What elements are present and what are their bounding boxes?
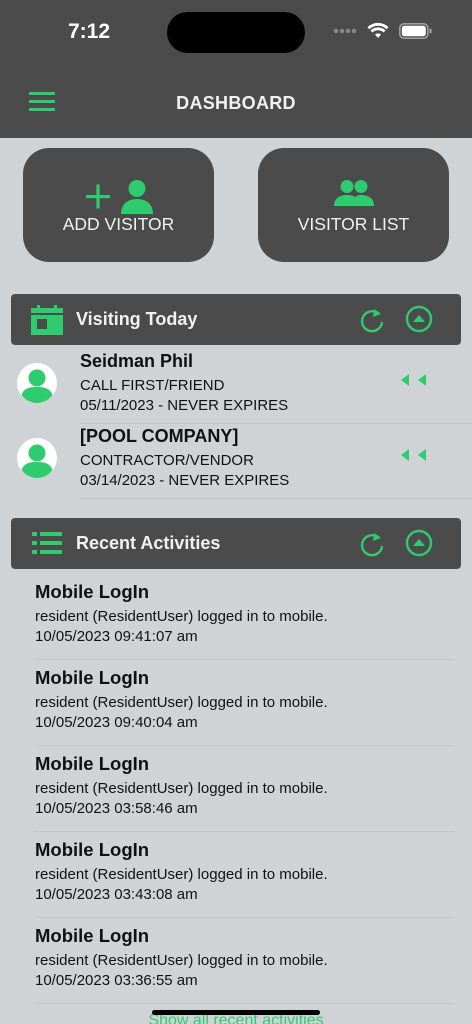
activity-item: Mobile LogIn resident (ResidentUser) log… — [35, 753, 455, 839]
page-title: DASHBOARD — [176, 93, 296, 113]
activity-title: Mobile LogIn — [35, 839, 150, 860]
visitor-date: 03/14/2023 - NEVER EXPIRES — [80, 472, 290, 489]
activity-time: 10/05/2023 09:40:04 am — [35, 714, 198, 731]
add-user-icon — [86, 180, 153, 214]
visitor-list-button[interactable]: VISITOR LIST — [258, 148, 449, 262]
visitor-date: 05/11/2023 - NEVER EXPIRES — [80, 397, 289, 414]
row-divider — [80, 498, 472, 499]
activity-item: Mobile LogIn resident (ResidentUser) log… — [35, 581, 455, 667]
recent-activities-title: Recent Activities — [76, 533, 221, 553]
expand-left-icon[interactable] — [401, 448, 427, 462]
avatar-icon — [17, 363, 57, 403]
wifi-icon — [367, 22, 389, 38]
avatar-icon — [17, 438, 57, 478]
activity-description: resident (ResidentUser) logged in to mob… — [35, 952, 328, 969]
users-icon — [334, 180, 374, 206]
visitor-row[interactable]: Seidman Phil CALL FIRST/FRIEND 05/11/202… — [0, 349, 472, 424]
activity-item: Mobile LogIn resident (ResidentUser) log… — [35, 839, 455, 925]
visitor-list-label: VISITOR LIST — [297, 214, 410, 234]
add-visitor-label: ADD VISITOR — [62, 214, 175, 234]
collapse-up-icon[interactable] — [404, 304, 434, 334]
visiting-today-title: Visiting Today — [76, 309, 198, 329]
visiting-today-header: Visiting Today — [11, 294, 461, 345]
activity-time: 10/05/2023 09:41:07 am — [35, 628, 198, 645]
row-divider — [35, 745, 455, 746]
visitor-name: [POOL COMPANY] — [80, 426, 239, 446]
home-indicator[interactable] — [152, 1010, 320, 1015]
row-divider — [35, 1003, 455, 1004]
visitor-name: Seidman Phil — [80, 351, 194, 371]
row-divider — [35, 659, 455, 660]
activity-title: Mobile LogIn — [35, 753, 150, 774]
list-icon — [32, 532, 62, 554]
activity-description: resident (ResidentUser) logged in to mob… — [35, 608, 328, 625]
activity-title: Mobile LogIn — [35, 925, 150, 946]
battery-icon — [399, 22, 432, 39]
activity-time: 10/05/2023 03:43:08 am — [35, 886, 198, 903]
collapse-up-icon[interactable] — [404, 528, 434, 558]
activity-title: Mobile LogIn — [35, 667, 150, 688]
top-bar: 7:12 DASHBOARD — [0, 0, 472, 138]
signal-icon — [333, 28, 357, 33]
add-visitor-button[interactable]: ADD VISITOR — [23, 148, 214, 262]
row-divider — [35, 831, 455, 832]
recent-activities-header: Recent Activities — [11, 518, 461, 569]
calendar-icon — [31, 305, 63, 335]
activity-time: 10/05/2023 03:58:46 am — [35, 800, 198, 817]
status-icons — [333, 22, 432, 39]
row-divider — [35, 917, 455, 918]
activity-title: Mobile LogIn — [35, 581, 150, 602]
refresh-icon[interactable] — [359, 306, 385, 334]
status-time: 7:12 — [68, 20, 111, 43]
refresh-icon[interactable] — [359, 530, 385, 558]
activity-description: resident (ResidentUser) logged in to mob… — [35, 694, 328, 711]
visitor-type: CALL FIRST/FRIEND — [80, 377, 225, 394]
visitor-type: CONTRACTOR/VENDOR — [80, 452, 254, 469]
activity-time: 10/05/2023 03:36:55 am — [35, 972, 198, 989]
expand-left-icon[interactable] — [401, 373, 427, 387]
visitor-row[interactable]: [POOL COMPANY] CONTRACTOR/VENDOR 03/14/2… — [0, 424, 472, 499]
activity-item: Mobile LogIn resident (ResidentUser) log… — [35, 667, 455, 753]
activity-description: resident (ResidentUser) logged in to mob… — [35, 780, 328, 797]
activity-item: Mobile LogIn resident (ResidentUser) log… — [35, 925, 455, 1011]
activity-description: resident (ResidentUser) logged in to mob… — [35, 866, 328, 883]
dynamic-island — [167, 12, 305, 53]
